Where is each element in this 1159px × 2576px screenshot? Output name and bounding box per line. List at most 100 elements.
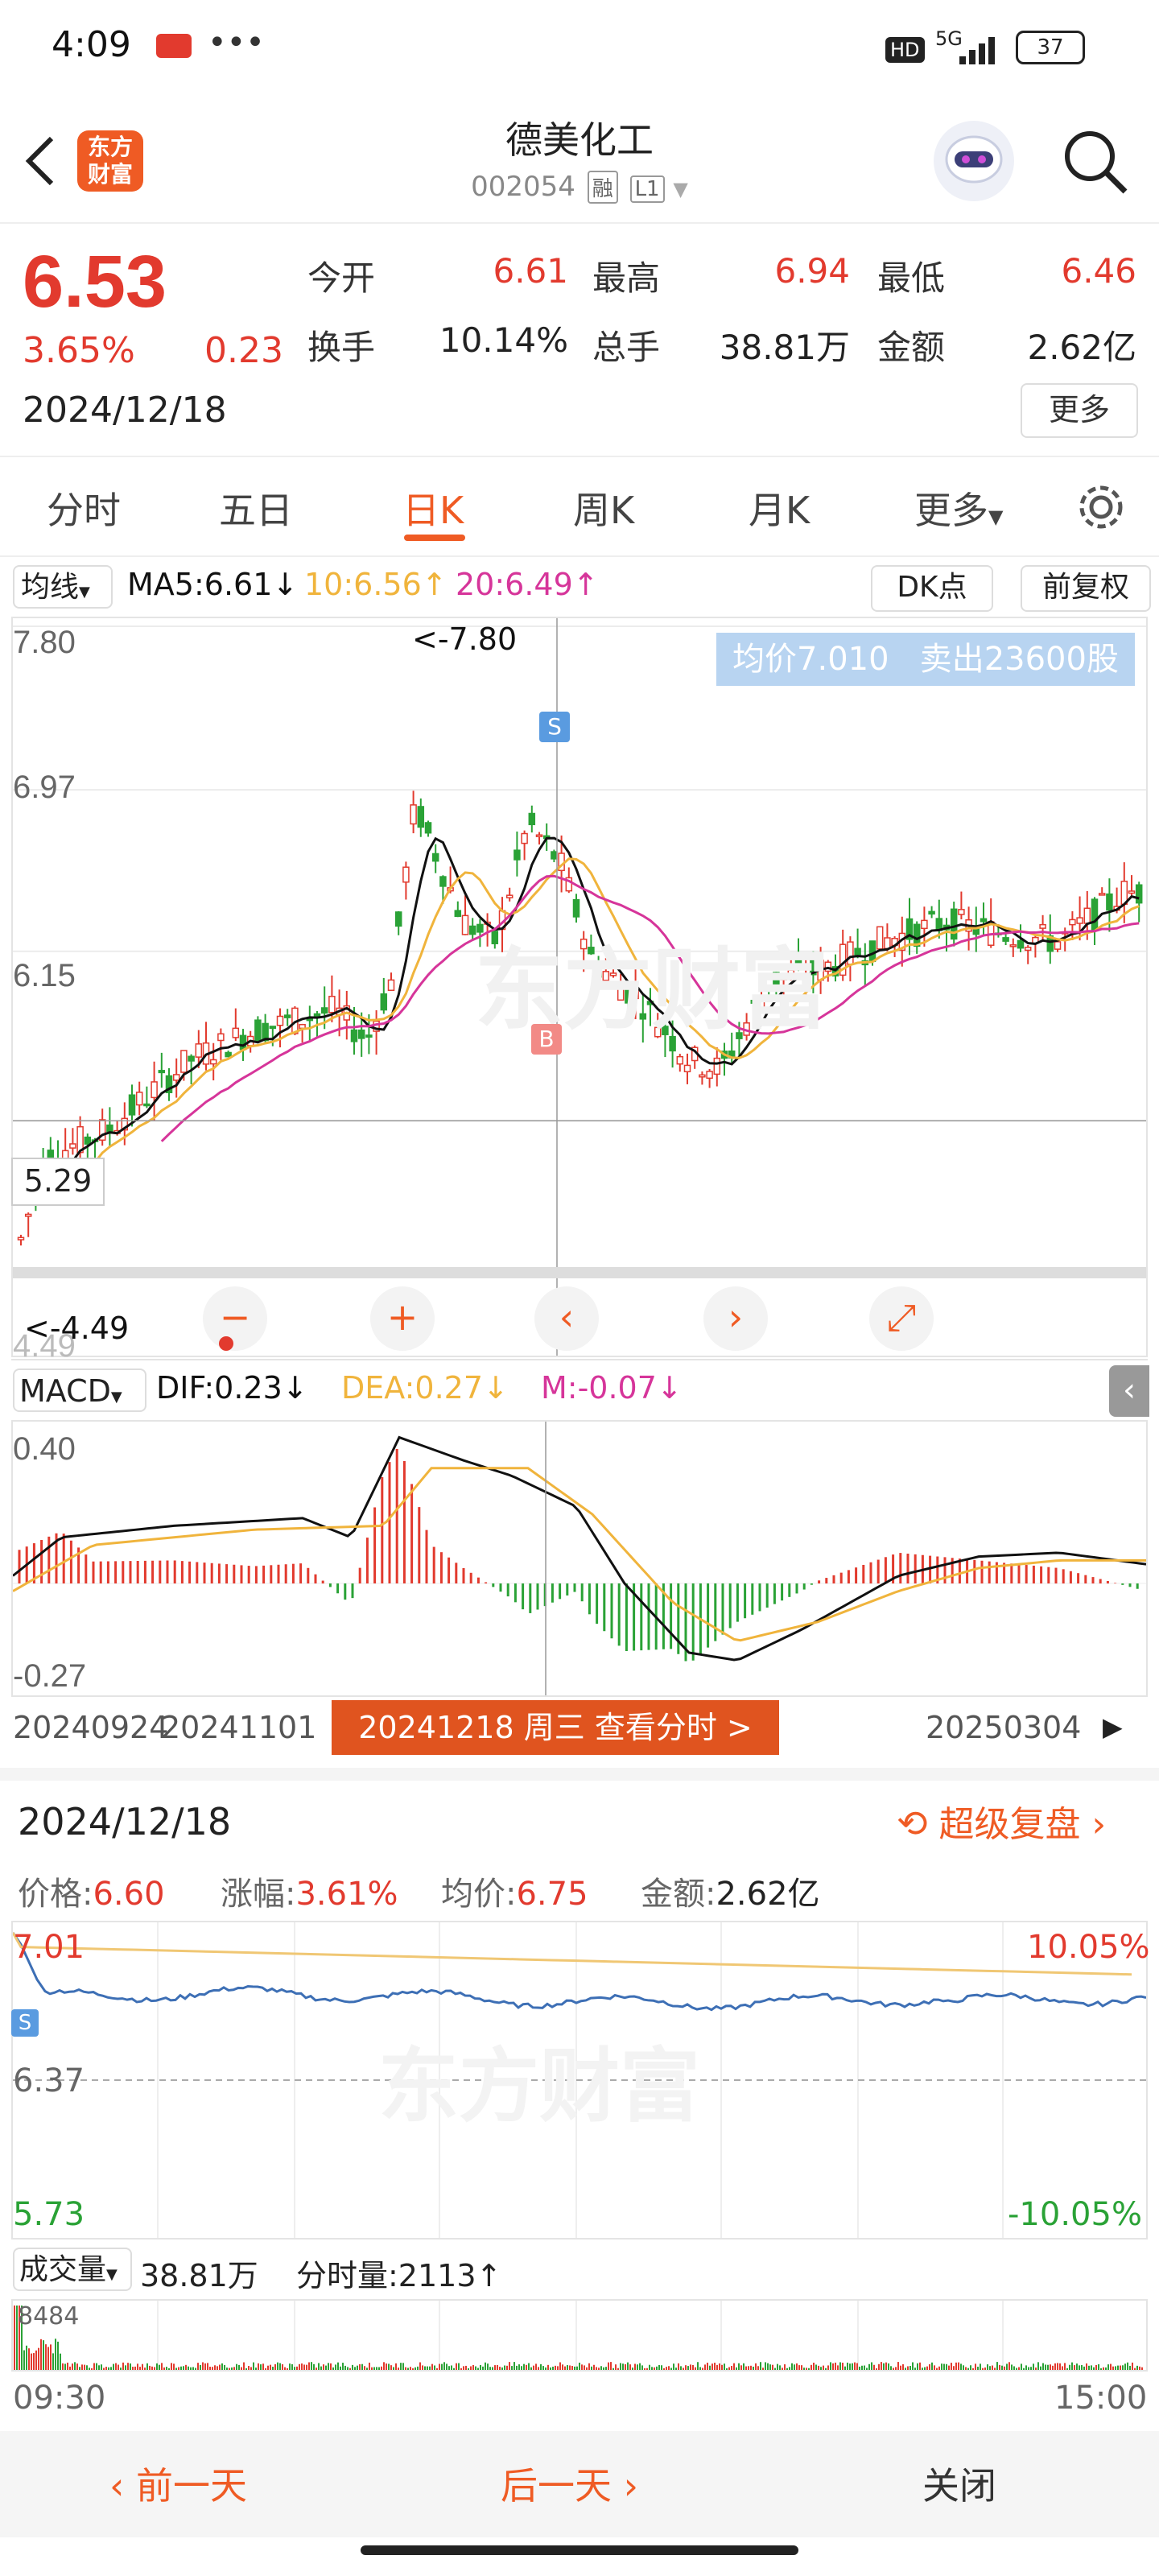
intraday-pct-value: 3.61% <box>295 1876 398 1913</box>
candle-body <box>683 1064 691 1073</box>
dk-point-button[interactable]: DK点 <box>871 565 993 612</box>
caret-down-icon: ▼ <box>106 2266 118 2283</box>
tab-five-day[interactable]: 五日 <box>219 481 293 535</box>
view-intraday-button[interactable]: 20241218 周三 查看分时 > <box>332 1700 779 1755</box>
candle-body <box>328 996 336 1013</box>
brand-logo[interactable]: 东方 财富 <box>77 130 143 192</box>
buy-marker[interactable]: B <box>531 1024 562 1055</box>
high-value: 6.94 <box>774 251 850 291</box>
more-quote-button[interactable]: 更多 <box>1021 383 1138 438</box>
crosshair-price-label: 5.29 <box>11 1158 105 1206</box>
intraday-sell-marker[interactable]: S <box>11 2009 39 2037</box>
zoom-in-button[interactable]: + <box>370 1286 435 1351</box>
candle-body <box>357 1029 365 1039</box>
candle-body <box>402 866 410 883</box>
candle-body <box>394 911 402 927</box>
candle-body <box>69 1143 76 1149</box>
candle-body <box>387 979 395 991</box>
tab-intraday[interactable]: 分时 <box>47 481 121 535</box>
side-panel-toggle[interactable]: ‹ <box>1109 1365 1149 1417</box>
ma-selector[interactable]: 均线▼ <box>13 565 113 609</box>
candle-body <box>1002 937 1009 942</box>
status-bar: 4:09 ••• HD 5G 37 <box>0 0 1159 97</box>
battery-icon: 37 <box>1016 31 1085 64</box>
candle-body <box>1091 898 1099 931</box>
candle-body <box>320 1007 328 1014</box>
home-indicator <box>361 2545 798 2555</box>
adjust-button[interactable]: 前复权 <box>1021 565 1151 612</box>
pan-left-button[interactable]: ‹ <box>534 1286 599 1351</box>
y-label-3: 6.15 <box>13 958 76 993</box>
watermark: 东方财富 <box>378 2039 700 2133</box>
prev-day-label: 前一天 <box>136 2464 248 2508</box>
timeline-date-right: 20250304 <box>926 1710 1082 1745</box>
settings-gear-icon[interactable] <box>1074 480 1128 535</box>
indicator-selector[interactable]: MACD▼ <box>13 1368 146 1412</box>
candle-body <box>514 849 521 861</box>
macd-panel[interactable] <box>11 1420 1148 1697</box>
dif-text: DIF:0.23 <box>156 1370 283 1406</box>
candle-body <box>1106 893 1113 911</box>
intraday-avg-label: 均价: <box>441 1876 517 1913</box>
stock-code[interactable]: 002054 融 L1 ▼ <box>402 171 757 204</box>
dif-value: DIF:0.23↓ <box>156 1370 308 1406</box>
candle-body <box>195 1043 203 1058</box>
candle-body <box>950 908 958 940</box>
y-label-2: 6.97 <box>13 770 76 805</box>
candle-body <box>431 852 439 862</box>
divider <box>0 456 1159 457</box>
robot-icon <box>945 135 1003 184</box>
close-button[interactable]: 关闭 <box>922 2457 996 2510</box>
back-button[interactable] <box>16 129 64 193</box>
volume-max-label: 8484 <box>18 2302 80 2330</box>
timeline-next-icon[interactable]: ▶ <box>1103 1711 1123 1742</box>
candle-body <box>1069 919 1076 926</box>
open-value: 6.61 <box>493 251 568 291</box>
macd-y-bottom: -0.27 <box>13 1658 87 1694</box>
chart-scrollbar[interactable] <box>13 1267 1146 1278</box>
robot-avatar[interactable] <box>934 121 1014 201</box>
candle-body <box>505 894 514 898</box>
tab-weekly-k[interactable]: 周K <box>573 481 634 535</box>
candle-body <box>1054 941 1062 950</box>
ma20-value: 20:6.49↑ <box>456 567 599 602</box>
prev-day-button[interactable]: ‹ 前一天 <box>109 2457 247 2510</box>
intraday-amount-label: 金额: <box>641 1876 716 1913</box>
intraday-pct: 涨幅:3.61% <box>221 1868 398 1914</box>
active-tab-indicator <box>404 535 465 541</box>
intraday-avg-value: 6.75 <box>516 1876 588 1913</box>
candle-body <box>350 1029 358 1042</box>
change-value: 0.23 <box>204 330 283 371</box>
pan-right-button[interactable]: › <box>703 1286 768 1351</box>
super-review-button[interactable]: ⟲ 超级复盘 › <box>897 1795 1106 1847</box>
tab-monthly-k[interactable]: 月K <box>749 481 810 535</box>
caret-down-icon: ▼ <box>79 584 90 601</box>
tab-daily-k[interactable]: 日K <box>402 481 464 535</box>
divider <box>0 222 1159 224</box>
candle-body <box>84 1136 92 1145</box>
volume-value: 38.81万 <box>719 328 850 367</box>
time-start: 09:30 <box>13 2380 106 2417</box>
tab-more[interactable]: 更多▼ <box>914 481 1003 535</box>
history-icon: ⟲ <box>897 1802 928 1845</box>
sell-marker[interactable]: S <box>539 712 570 742</box>
intraday-avg: 均价:6.75 <box>441 1868 588 1914</box>
next-day-button[interactable]: 后一天 › <box>501 2457 638 2510</box>
ma10-text: 10:6.56 <box>304 567 422 602</box>
fullscreen-button[interactable]: ⤢ <box>869 1286 934 1351</box>
tab-more-label: 更多 <box>914 489 988 532</box>
volume-chart <box>14 2301 1143 2370</box>
candle-body <box>232 1027 240 1038</box>
watermark: 东方财富 <box>475 939 829 1042</box>
candle-body <box>135 1092 143 1106</box>
intraday-price-label: 价格: <box>18 1876 93 1913</box>
volume-selector[interactable]: 成交量▼ <box>13 2248 132 2291</box>
hd-badge: HD <box>885 37 925 63</box>
macd-y-top: 0.40 <box>13 1431 76 1467</box>
level-tag: L1 <box>629 175 665 203</box>
zoom-out-button[interactable]: − <box>203 1286 267 1351</box>
candle-body <box>528 812 536 826</box>
current-price: 6.53 <box>23 241 167 323</box>
search-icon[interactable] <box>1059 126 1132 198</box>
candle-body <box>172 1074 180 1081</box>
